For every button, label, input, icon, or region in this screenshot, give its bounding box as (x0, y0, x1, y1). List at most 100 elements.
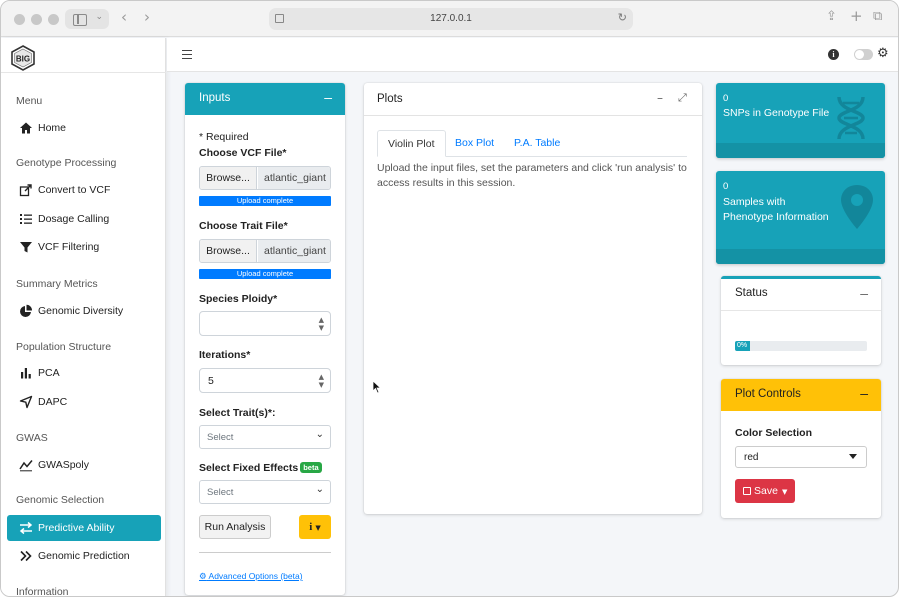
address-bar[interactable]: 127.0.0.1 ↻ (269, 8, 633, 30)
run-analysis-button[interactable]: Run Analysis (199, 515, 271, 539)
nav-section-summary-metrics: Summary Metrics (16, 278, 98, 290)
back-icon[interactable]: ‹ (121, 8, 127, 26)
reload-icon[interactable]: ↻ (618, 11, 627, 24)
sidebar-item-predictive-ability[interactable]: Predictive Ability (7, 515, 161, 541)
vcf-file-input[interactable]: Browse... atlantic_giant (199, 166, 331, 190)
iterations-stepper-icon[interactable]: ▲ ▼ (319, 373, 324, 389)
nav-section-population-structure: Population Structure (16, 341, 112, 353)
gear-icon[interactable]: ⚙ (877, 46, 889, 61)
svg-text:BIG: BIG (16, 55, 30, 64)
chevron-down-icon: ⌄ (315, 484, 324, 495)
plots-collapse-button[interactable]: – (657, 91, 663, 105)
sidebar-item-genomic-prediction[interactable]: Genomic Prediction (7, 543, 161, 569)
trait-file-input[interactable]: Browse... atlantic_giant (199, 239, 331, 263)
sidebar-item-vcf-filtering[interactable]: VCF Filtering (7, 234, 161, 260)
snps-count: 0 (723, 93, 729, 104)
plot-controls-collapse-button[interactable]: – (860, 385, 868, 401)
browser-window: ⌄ ‹ › 127.0.0.1 ↻ ⇪ + ⧉ BIG Menu Home Ge… (0, 0, 899, 597)
inputs-title: Inputs (199, 92, 231, 104)
save-icon (743, 487, 751, 495)
sidebar-item-label: VCF Filtering (38, 241, 100, 253)
tab-overview-icon[interactable]: ⧉ (873, 9, 882, 24)
list-icon (20, 214, 32, 224)
forward-icon[interactable]: › (144, 8, 150, 26)
iterations-input[interactable]: 5 ▲ ▼ (199, 368, 331, 393)
zoom-window-button[interactable] (48, 14, 59, 25)
inputs-card-header: Inputs – (185, 83, 345, 115)
home-icon (20, 122, 32, 134)
sidebar-item-label: Convert to VCF (38, 184, 111, 196)
trait-browse-button[interactable]: Browse... (200, 240, 257, 262)
samples-label: Samples with Phenotype Information (723, 196, 829, 223)
color-selection-label: Color Selection (735, 427, 813, 439)
chevron-down-icon: ⌄ (315, 429, 324, 440)
sidebar-item-dapc[interactable]: DAPC (7, 389, 161, 415)
sidebar-item-convert-to-vcf[interactable]: Convert to VCF (7, 177, 161, 203)
status-collapse-button[interactable]: – (860, 285, 868, 301)
info-dropdown-button[interactable]: i ▼ (299, 515, 331, 539)
browser-sidebar-toggle-icon[interactable]: ⌄ (65, 9, 109, 29)
map-marker-icon (841, 185, 873, 229)
color-selection-value: red (744, 452, 759, 463)
sidebar-item-genomic-diversity[interactable]: Genomic Diversity (7, 298, 161, 324)
plots-title: Plots (377, 93, 403, 105)
fixed-effects-label-text: Select Fixed Effects (199, 462, 299, 474)
expand-icon[interactable]: ⤢ (678, 91, 687, 105)
sidebar-item-label: Home (38, 122, 67, 134)
tab-pa-table[interactable]: P.A. Table (504, 130, 570, 157)
save-button-label: Save (754, 485, 778, 497)
sidebar-item-label: Dosage Calling (38, 213, 110, 225)
vcf-file-name: atlantic_giant (258, 167, 330, 189)
ploidy-input[interactable]: ▲ ▼ (199, 311, 331, 336)
inputs-collapse-button[interactable]: – (324, 89, 332, 105)
nav-section-genotype-processing: Genotype Processing (16, 157, 117, 169)
save-button[interactable]: Save ▼ (735, 479, 795, 503)
caret-down-icon: ▼ (315, 524, 321, 532)
status-card: Status – 0% (721, 276, 881, 365)
snps-info-box: 0 SNPs in Genotype File (716, 83, 885, 158)
sidebar-item-label: GWASpoly (38, 459, 89, 471)
new-tab-icon[interactable]: + (850, 7, 863, 25)
samples-count: 0 (723, 181, 729, 192)
ploidy-label: Species Ploidy* (199, 293, 278, 305)
ploidy-stepper-icon[interactable]: ▲ ▼ (319, 316, 324, 332)
trait-upload-progress: Upload complete (199, 269, 331, 279)
filter-icon (20, 242, 32, 253)
traits-select[interactable]: Select ⌄ (199, 425, 331, 449)
color-selection-dropdown[interactable]: red (735, 446, 867, 468)
line-chart-icon (19, 460, 33, 472)
big-logo-icon[interactable]: BIG (10, 45, 36, 71)
convert-icon (19, 184, 32, 197)
info-icon[interactable]: i (828, 49, 839, 60)
inputs-card: Inputs – * Required Choose VCF File* Bro… (185, 83, 345, 595)
tab-box-plot[interactable]: Box Plot (445, 130, 504, 157)
inputs-divider (199, 552, 331, 553)
sidebar-item-gwaspoly[interactable]: GWASpoly (7, 452, 161, 478)
sidebar: BIG Menu Home Genotype Processing Conver… (1, 38, 166, 596)
hamburger-menu-icon[interactable] (182, 50, 192, 59)
samples-info-box: 0 Samples with Phenotype Information (716, 171, 885, 264)
sidebar-item-home[interactable]: Home (7, 115, 161, 141)
info-button-label: i (309, 521, 313, 533)
sidebar-item-dosage-calling[interactable]: Dosage Calling (7, 206, 161, 232)
plot-controls-title: Plot Controls (735, 388, 801, 400)
fixed-effects-select[interactable]: Select ⌄ (199, 480, 331, 504)
double-chevron-icon (20, 550, 32, 562)
caret-down-icon (849, 454, 857, 459)
plots-header-divider (364, 115, 702, 116)
vcf-browse-button[interactable]: Browse... (200, 167, 257, 189)
advanced-options-link[interactable]: ⚙ Advanced Options (beta) (199, 571, 303, 582)
trait-file-name: atlantic_giant (258, 240, 330, 262)
tab-violin-plot[interactable]: Violin Plot (377, 130, 446, 157)
sidebar-divider (1, 72, 166, 73)
plots-message: Upload the input files, set the paramete… (377, 162, 687, 189)
status-title: Status (735, 287, 768, 299)
sidebar-item-label: Genomic Diversity (38, 305, 124, 317)
sidebar-item-label: PCA (38, 367, 60, 379)
dark-mode-toggle[interactable] (854, 49, 873, 60)
minimize-window-button[interactable] (31, 14, 42, 25)
share-icon[interactable]: ⇪ (826, 9, 837, 24)
status-progress-fill: 0% (735, 341, 750, 351)
sidebar-item-pca[interactable]: PCA (7, 360, 161, 386)
close-window-button[interactable] (14, 14, 25, 25)
